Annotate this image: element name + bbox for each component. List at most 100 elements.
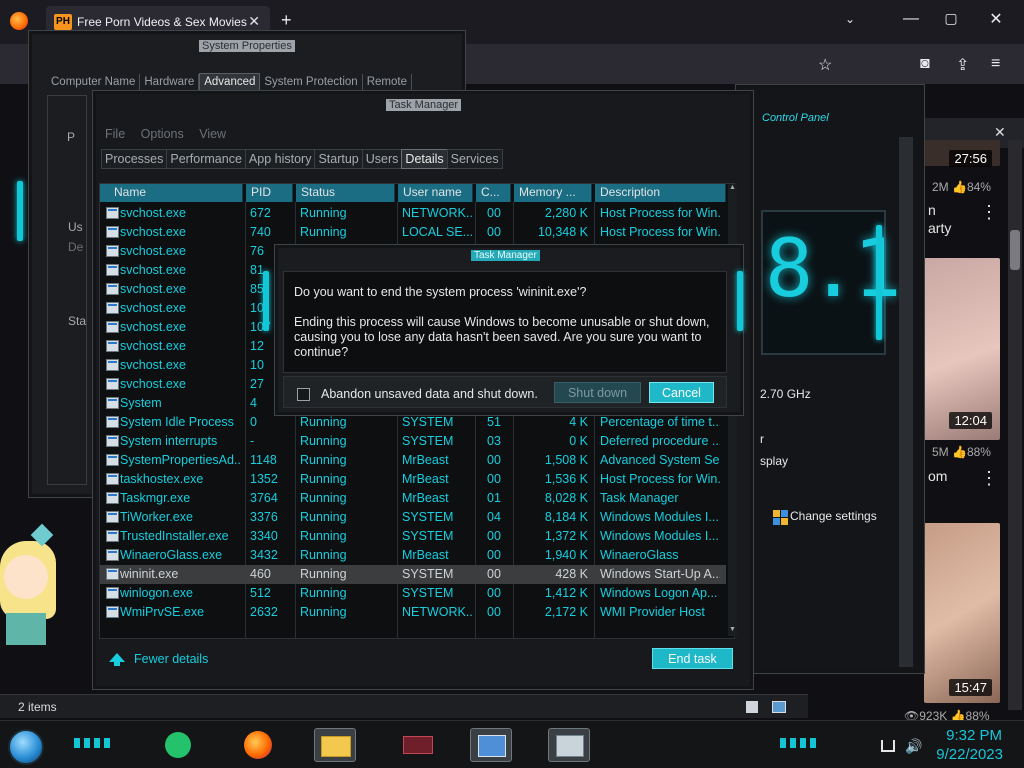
- cell-cpu: 00: [487, 206, 501, 220]
- new-tab-button[interactable]: +: [281, 10, 292, 30]
- more-options-icon[interactable]: ⋮: [980, 202, 998, 223]
- control-panel-window[interactable]: Control Panel 8.1 2.70 GHz r splay Chang…: [735, 84, 925, 674]
- cpu-speed: 2.70 GHz: [760, 387, 811, 401]
- table-row[interactable]: WmiPrvSE.exe 2632 Running NETWORK... 00 2,172…: [100, 603, 726, 622]
- abandon-data-label[interactable]: Abandon unsaved data and shut down.: [321, 387, 538, 401]
- shut-down-button[interactable]: Shut down: [554, 382, 641, 403]
- window-maximize-button[interactable]: ▢: [940, 10, 962, 32]
- end-process-dialog[interactable]: Task Manager Do you want to end the syst…: [263, 244, 744, 416]
- tab-details[interactable]: Details: [401, 149, 448, 169]
- glass-accent: [876, 225, 882, 340]
- table-row[interactable]: WinaeroGlass.exe 3432 Running MrBeast 00 1,94…: [100, 546, 726, 565]
- control-panel-scrollbar[interactable]: [899, 137, 913, 667]
- control-panel-breadcrumb[interactable]: Control Panel: [762, 112, 829, 124]
- cell-pid: 0: [250, 415, 257, 429]
- menu-file[interactable]: File: [105, 127, 125, 141]
- column-header-username[interactable]: User name: [398, 184, 473, 202]
- cell-pid: -: [250, 434, 255, 448]
- column-header-cpu[interactable]: C...: [476, 184, 511, 202]
- change-settings-label[interactable]: Change settings: [790, 509, 877, 523]
- video-title-fragment[interactable]: arty: [928, 220, 951, 236]
- table-row[interactable]: taskhostex.exe 1352 Running MrBeast 00 1,536 …: [100, 470, 726, 489]
- bookmark-star-icon[interactable]: ☆: [818, 55, 832, 75]
- folder-icon: [321, 736, 351, 757]
- cell-cpu: 00: [487, 453, 501, 467]
- task-manager-icon: [556, 735, 584, 757]
- change-settings-link[interactable]: Change settings: [774, 509, 877, 523]
- cancel-button[interactable]: Cancel: [649, 382, 714, 403]
- window-close-button[interactable]: ✕: [985, 9, 1007, 31]
- tab-startup[interactable]: Startup: [314, 149, 363, 169]
- thumbnail-view-icon[interactable]: [772, 701, 786, 713]
- clock-date[interactable]: 9/22/2023: [933, 746, 1003, 763]
- network-icon[interactable]: [881, 740, 895, 752]
- table-row[interactable]: SystemPropertiesAd... 1148 Running MrBeast 0…: [100, 451, 726, 470]
- system-info-fragment: r: [760, 432, 764, 446]
- tab-hardware[interactable]: Hardware: [140, 74, 200, 90]
- table-row[interactable]: svchost.exe 740 Running LOCAL SE... 00 10,348…: [100, 223, 726, 242]
- firefox-icon[interactable]: [10, 12, 28, 30]
- taskbar-task-manager[interactable]: [548, 728, 590, 762]
- scrollbar-thumb[interactable]: [1010, 230, 1020, 270]
- tab-remote[interactable]: Remote: [363, 74, 412, 90]
- pocket-icon[interactable]: ◙: [920, 55, 930, 73]
- taskbar-system-properties[interactable]: [470, 728, 512, 762]
- fewer-details-link[interactable]: Fewer details: [134, 652, 208, 666]
- table-row[interactable]: TrustedInstaller.exe 3340 Running SYSTEM 00 1…: [100, 527, 726, 546]
- column-header-memory[interactable]: Memory ...: [514, 184, 592, 202]
- tab-computer-name[interactable]: Computer Name: [47, 74, 141, 90]
- tab-services[interactable]: Services: [446, 149, 503, 169]
- cell-cpu: 00: [487, 529, 501, 543]
- tab-performance[interactable]: Performance: [166, 149, 246, 169]
- cell-mem: 1,412 K: [544, 586, 588, 600]
- video-thumbnail[interactable]: 15:47: [924, 523, 1000, 703]
- volume-icon[interactable]: 🔊: [905, 738, 922, 755]
- glass-accent: [263, 271, 269, 331]
- scroll-up-arrow-icon[interactable]: ▲: [728, 184, 737, 194]
- abandon-data-checkbox[interactable]: [297, 388, 310, 401]
- more-options-icon[interactable]: ⋮: [980, 468, 998, 489]
- video-thumbnail[interactable]: 12:04: [924, 258, 1000, 440]
- window-minimize-button[interactable]: —: [900, 10, 922, 32]
- menu-options[interactable]: Options: [141, 127, 184, 141]
- video-thumbnail[interactable]: 27:56: [924, 140, 1000, 167]
- app-menu-icon[interactable]: ≡: [991, 55, 1000, 73]
- table-row[interactable]: System interrupts - Running SYSTEM 03 0 K Defe…: [100, 432, 726, 451]
- end-task-button[interactable]: End task: [652, 648, 733, 669]
- taskbar-firefox[interactable]: [237, 728, 279, 762]
- tab-list-chevron-icon[interactable]: ⌄: [845, 12, 855, 26]
- notification-close-icon[interactable]: ✕: [994, 124, 1006, 141]
- taskbar-notes-app[interactable]: [157, 728, 199, 762]
- cell-name: svchost.exe: [120, 206, 187, 220]
- column-header-pid[interactable]: PID: [246, 184, 293, 202]
- table-row[interactable]: winlogon.exe 512 Running SYSTEM 00 1,412 K Win…: [100, 584, 726, 603]
- taskbar-file-explorer[interactable]: [314, 728, 356, 762]
- clock-time[interactable]: 9:32 PM: [942, 727, 1002, 744]
- taskbar-game-app[interactable]: [397, 728, 439, 762]
- video-title-fragment[interactable]: n: [928, 202, 936, 218]
- video-title-fragment[interactable]: om: [928, 468, 947, 484]
- video-list: 27:56 2M 👍84% n arty ⋮ 12:04 5M 👍88% om …: [904, 140, 1008, 740]
- extensions-icon[interactable]: ⇪: [956, 55, 969, 75]
- page-scrollbar[interactable]: [1008, 140, 1022, 710]
- tab-system-protection[interactable]: System Protection: [260, 74, 363, 90]
- tab-app-history[interactable]: App history: [244, 149, 316, 169]
- column-header-status[interactable]: Status: [296, 184, 395, 202]
- process-icon: [106, 587, 119, 599]
- process-icon: [106, 283, 119, 295]
- details-view-icon[interactable]: [746, 701, 758, 713]
- column-header-description[interactable]: Description: [595, 184, 726, 202]
- tab-users[interactable]: Users: [361, 149, 403, 169]
- table-row[interactable]: Taskmgr.exe 3764 Running MrBeast 01 8,028 K Ta…: [100, 489, 726, 508]
- tab-advanced[interactable]: Advanced: [199, 73, 261, 91]
- column-header-name[interactable]: Name: [100, 184, 243, 202]
- tab-close-icon[interactable]: ✕: [248, 13, 260, 30]
- table-row[interactable]: svchost.exe 672 Running NETWORK... 00 2,280 K…: [100, 204, 726, 223]
- table-row[interactable]: TiWorker.exe 3376 Running SYSTEM 04 8,184 K Wi…: [100, 508, 726, 527]
- scroll-down-arrow-icon[interactable]: ▼: [728, 626, 737, 636]
- process-icon: [106, 568, 119, 580]
- start-button[interactable]: [8, 729, 44, 765]
- tab-processes[interactable]: Processes: [101, 149, 168, 169]
- menu-view[interactable]: View: [199, 127, 226, 141]
- table-row[interactable]: wininit.exe 460 Running SYSTEM 00 428 K Window…: [100, 565, 726, 584]
